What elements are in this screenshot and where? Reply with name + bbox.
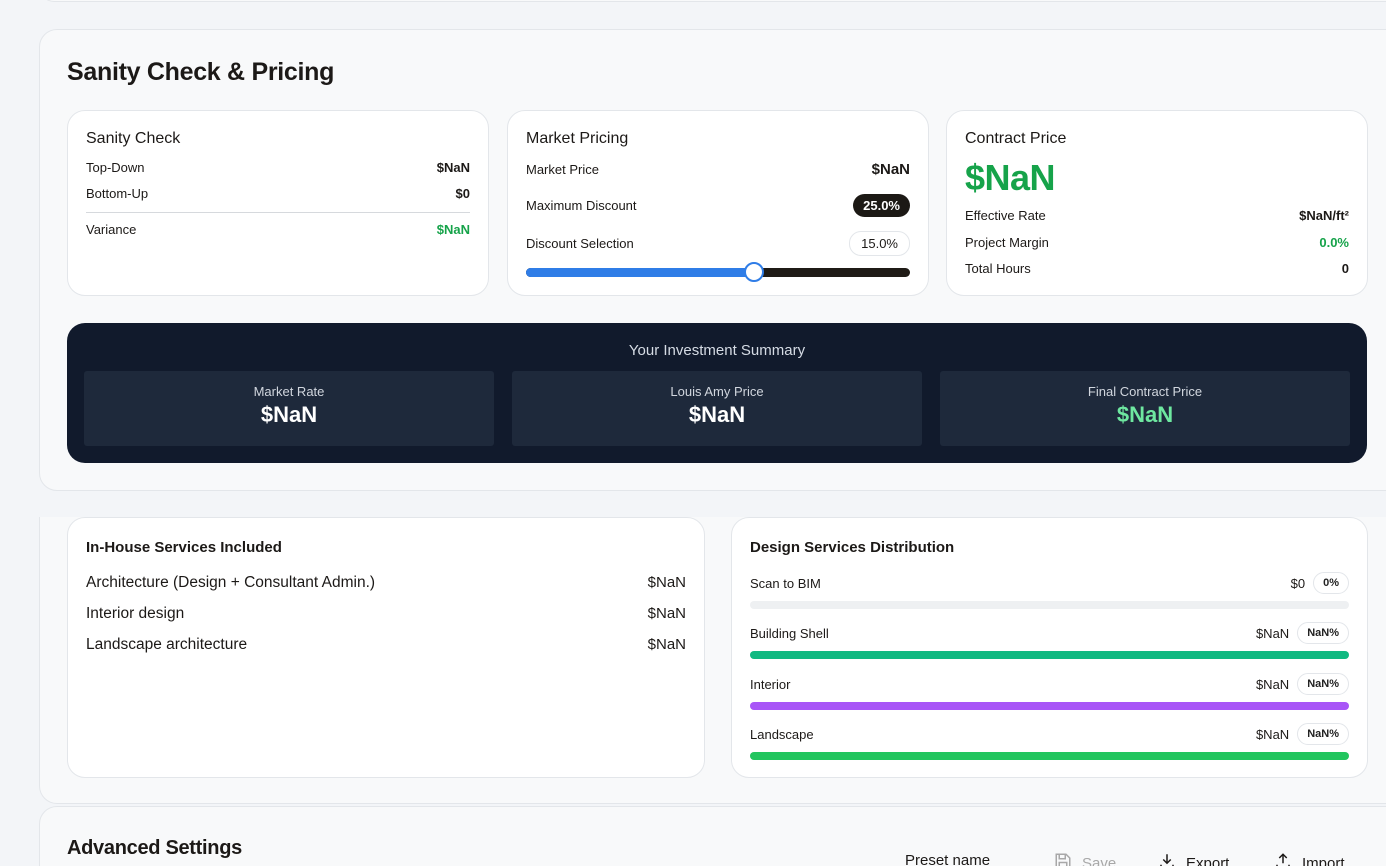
save-icon (1054, 852, 1072, 866)
contract-price-value: $NaN (965, 157, 1056, 198)
import-button[interactable]: Import (1274, 852, 1345, 866)
market-rate-box: Market Rate $NaN (84, 371, 494, 446)
service-value: $NaN (647, 574, 686, 591)
distribution-label: Building Shell (750, 625, 829, 641)
save-button[interactable]: Save (1054, 852, 1116, 866)
upload-icon (1274, 852, 1292, 866)
variance-row: Variance $NaN (86, 222, 470, 237)
max-discount-label: Maximum Discount (526, 198, 637, 213)
effective-rate-row: Effective Rate $NaN/ft² (965, 208, 1349, 223)
services-title: In-House Services Included (86, 539, 282, 556)
divider (86, 212, 470, 213)
project-margin-value: 0.0% (1319, 235, 1349, 250)
distribution-percent-badge: 0% (1313, 572, 1349, 594)
import-label: Import (1302, 854, 1345, 866)
slider-fill (526, 268, 754, 277)
previous-section-edge (40, 0, 1386, 2)
distribution-percent-badge: NaN% (1297, 723, 1349, 745)
distribution-bar (750, 601, 1349, 609)
export-label: Export (1186, 854, 1230, 866)
final-contract-price-box: Final Contract Price $NaN (940, 371, 1350, 446)
distribution-percent-badge: NaN% (1297, 622, 1349, 644)
export-button[interactable]: Export (1158, 852, 1229, 866)
distribution-bar (750, 752, 1349, 760)
top-down-label: Top-Down (86, 160, 145, 175)
project-margin-row: Project Margin 0.0% (965, 235, 1349, 250)
service-label: Interior design (86, 605, 185, 622)
distribution-label: Landscape (750, 726, 814, 742)
distribution-title: Design Services Distribution (750, 539, 955, 556)
distribution-label: Interior (750, 676, 791, 692)
distribution-row-interior: Interior $NaN NaN% (750, 673, 1349, 710)
discount-selection-row: Discount Selection 15.0% (526, 231, 910, 256)
slider-thumb[interactable] (743, 262, 764, 282)
distribution-value: $NaN (1255, 726, 1290, 742)
distribution-row-scan-to-bim: Scan to BIM $0 0% (750, 572, 1349, 609)
download-icon (1158, 852, 1176, 866)
market-price-label: Market Price (526, 162, 599, 177)
advanced-settings-title: Advanced Settings (67, 837, 242, 859)
service-row: Architecture (Design + Consultant Admin.… (86, 574, 686, 592)
discount-selection-badge: 15.0% (849, 231, 910, 256)
distribution-percent-badge: NaN% (1297, 673, 1349, 695)
bottom-up-value: $0 (455, 186, 470, 201)
variance-label: Variance (86, 222, 137, 237)
in-house-services-card: In-House Services Included Architecture … (67, 517, 705, 778)
louis-amy-price-value: $NaN (688, 402, 746, 427)
distribution-value: $NaN (1255, 625, 1290, 641)
service-value: $NaN (647, 636, 686, 653)
distribution-row-landscape: Landscape $NaN NaN% (750, 723, 1349, 760)
discount-selection-label: Discount Selection (526, 236, 634, 251)
market-price-row: Market Price $NaN (526, 161, 910, 178)
contract-price-card: Contract Price $NaN Effective Rate $NaN/… (946, 110, 1368, 296)
advanced-settings-section: Advanced Settings Preset name Save Expor… (39, 806, 1386, 866)
distribution-bar (750, 651, 1349, 659)
preset-name-label: Preset name (905, 852, 991, 866)
project-margin-label: Project Margin (965, 235, 1049, 250)
total-hours-row: Total Hours 0 (965, 261, 1349, 276)
service-label: Architecture (Design + Consultant Admin.… (86, 574, 376, 591)
services-section: In-House Services Included Architecture … (39, 517, 1386, 804)
market-rate-value: $NaN (260, 402, 318, 427)
design-distribution-card: Design Services Distribution Scan to BIM… (731, 517, 1368, 778)
market-pricing-card: Market Pricing Market Price $NaN Maximum… (507, 110, 929, 296)
service-value: $NaN (647, 605, 686, 622)
distribution-bar (750, 702, 1349, 710)
card-title: Sanity Check (86, 130, 181, 147)
distribution-value: $NaN (1255, 676, 1290, 692)
total-hours-value: 0 (1341, 261, 1349, 276)
market-rate-label: Market Rate (253, 384, 325, 399)
final-contract-price-label: Final Contract Price (1087, 384, 1203, 399)
variance-value: $NaN (436, 222, 470, 237)
investment-summary: Your Investment Summary Market Rate $NaN… (67, 323, 1367, 463)
distribution-row-building-shell: Building Shell $NaN NaN% (750, 622, 1349, 659)
service-label: Landscape architecture (86, 636, 248, 653)
bottom-up-label: Bottom-Up (86, 186, 149, 201)
bottom-up-row: Bottom-Up $0 (86, 186, 470, 201)
distribution-label: Scan to BIM (750, 575, 821, 591)
top-down-value: $NaN (436, 160, 470, 175)
preset-name-field[interactable]: Preset name (905, 852, 990, 866)
summary-title: Your Investment Summary (628, 342, 806, 359)
final-contract-price-value: $NaN (1116, 402, 1174, 427)
sanity-check-card: Sanity Check Top-Down $NaN Bottom-Up $0 … (67, 110, 489, 296)
distribution-value: $0 (1290, 575, 1306, 591)
market-price-value: $NaN (871, 161, 910, 178)
max-discount-row: Maximum Discount 25.0% (526, 194, 910, 217)
max-discount-badge: 25.0% (853, 194, 910, 217)
pricing-section: Sanity Check & Pricing Sanity Check Top-… (39, 29, 1386, 491)
service-row: Landscape architecture $NaN (86, 636, 686, 654)
save-label: Save (1082, 854, 1117, 866)
louis-amy-price-label: Louis Amy Price (670, 384, 764, 399)
card-title: Contract Price (965, 130, 1067, 147)
effective-rate-label: Effective Rate (965, 208, 1046, 223)
card-title: Market Pricing (526, 130, 629, 147)
louis-amy-price-box: Louis Amy Price $NaN (512, 371, 922, 446)
top-down-row: Top-Down $NaN (86, 160, 470, 175)
discount-slider[interactable] (526, 262, 910, 282)
total-hours-label: Total Hours (965, 261, 1031, 276)
service-row: Interior design $NaN (86, 605, 686, 623)
section-title: Sanity Check & Pricing (67, 58, 335, 86)
effective-rate-value: $NaN/ft² (1299, 208, 1349, 223)
